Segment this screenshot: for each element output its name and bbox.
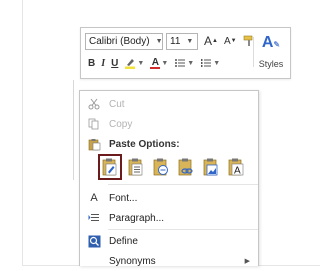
text-cursor-line — [73, 80, 74, 180]
shrink-font-button[interactable]: A ▼ — [224, 36, 237, 47]
toolbar-divider — [253, 37, 254, 67]
define-icon — [87, 234, 101, 248]
paste-keep-source-icon — [102, 158, 117, 176]
paste-picture-icon — [203, 158, 218, 176]
styles-button[interactable]: A✎ Styles — [255, 32, 287, 74]
mini-toolbar-row-2: B I U ▼ A ▼ ▼ ▼ — [85, 53, 223, 73]
mini-toolbar: Calibri (Body) ▼ 11 ▼ A ▲ A ▼ B I U ▼ A … — [80, 27, 291, 79]
paste-use-destination-theme-button[interactable] — [151, 156, 171, 178]
numbered-list-icon — [201, 59, 212, 67]
menu-item-cut-label: Cut — [109, 98, 125, 110]
grow-font-icon: A — [204, 34, 213, 48]
shrink-font-icon: A — [223, 35, 231, 47]
font-color-icon: A — [151, 56, 159, 68]
scissors-icon — [87, 97, 101, 111]
menu-item-paragraph[interactable]: Paragraph... — [80, 208, 258, 228]
paste-options-row: A — [98, 153, 251, 181]
menu-item-font-label: Font... — [109, 192, 138, 204]
styles-label: Styles — [258, 59, 284, 69]
menu-item-synonyms[interactable]: Synonyms ▶ — [80, 251, 258, 271]
font-size-value: 11 — [170, 35, 181, 47]
paste-merge-formatting-button[interactable] — [126, 156, 146, 178]
highlighter-icon — [125, 59, 136, 69]
clipboard-icon — [87, 137, 101, 151]
font-icon: A — [90, 192, 98, 204]
menu-item-define-label: Define — [109, 235, 138, 247]
bullets-button[interactable]: ▼ — [174, 57, 194, 69]
bold-button[interactable]: B — [88, 58, 95, 69]
grow-font-button[interactable]: A ▲ — [204, 34, 218, 48]
font-color-button[interactable]: A ▼ — [150, 56, 168, 69]
highlight-button[interactable]: ▼ — [124, 57, 144, 69]
submenu-arrow-icon: ▶ — [244, 258, 250, 265]
paste-merge-icon — [128, 158, 143, 176]
paragraph-icon — [87, 211, 101, 225]
paste-options-label: Paste Options: — [109, 138, 180, 150]
chevron-down-icon[interactable]: ▼ — [153, 38, 166, 45]
font-name-value: Calibri (Body) — [89, 35, 150, 47]
styles-icon: A✎ — [261, 34, 281, 51]
paste-keep-text-only-button[interactable]: A — [226, 156, 246, 178]
svg-text:A: A — [234, 166, 241, 177]
copy-icon — [87, 117, 101, 131]
context-menu: Cut Copy Paste Options: A A Font... Para… — [79, 90, 259, 267]
bullet-list-icon — [175, 59, 186, 67]
menu-separator — [108, 229, 258, 230]
menu-item-cut[interactable]: Cut — [80, 94, 258, 114]
menu-item-define[interactable]: Define — [80, 231, 258, 251]
paste-options-header: Paste Options: — [80, 134, 258, 154]
paste-destination-theme-icon — [153, 158, 168, 176]
menu-item-copy-label: Copy — [109, 118, 133, 130]
paste-picture-button[interactable] — [201, 156, 221, 178]
paste-keep-source-formatting-button[interactable] — [98, 154, 122, 180]
paste-link-button[interactable] — [176, 156, 196, 178]
font-name-combo[interactable]: Calibri (Body) ▼ — [85, 32, 166, 50]
paste-text-only-icon: A — [228, 158, 244, 176]
underline-button[interactable]: U — [111, 58, 118, 69]
menu-separator — [108, 184, 258, 185]
menu-item-copy[interactable]: Copy — [80, 114, 258, 134]
chevron-down-icon[interactable]: ▼ — [183, 38, 196, 45]
menu-item-font[interactable]: A Font... — [80, 188, 258, 208]
numbering-button[interactable]: ▼ — [200, 57, 220, 69]
menu-item-paragraph-label: Paragraph... — [109, 212, 165, 224]
italic-button[interactable]: I — [101, 58, 105, 69]
mini-toolbar-row-1: Calibri (Body) ▼ 11 ▼ A ▲ A ▼ — [85, 31, 258, 51]
font-size-combo[interactable]: 11 ▼ — [166, 32, 198, 50]
paste-link-icon — [178, 158, 193, 176]
